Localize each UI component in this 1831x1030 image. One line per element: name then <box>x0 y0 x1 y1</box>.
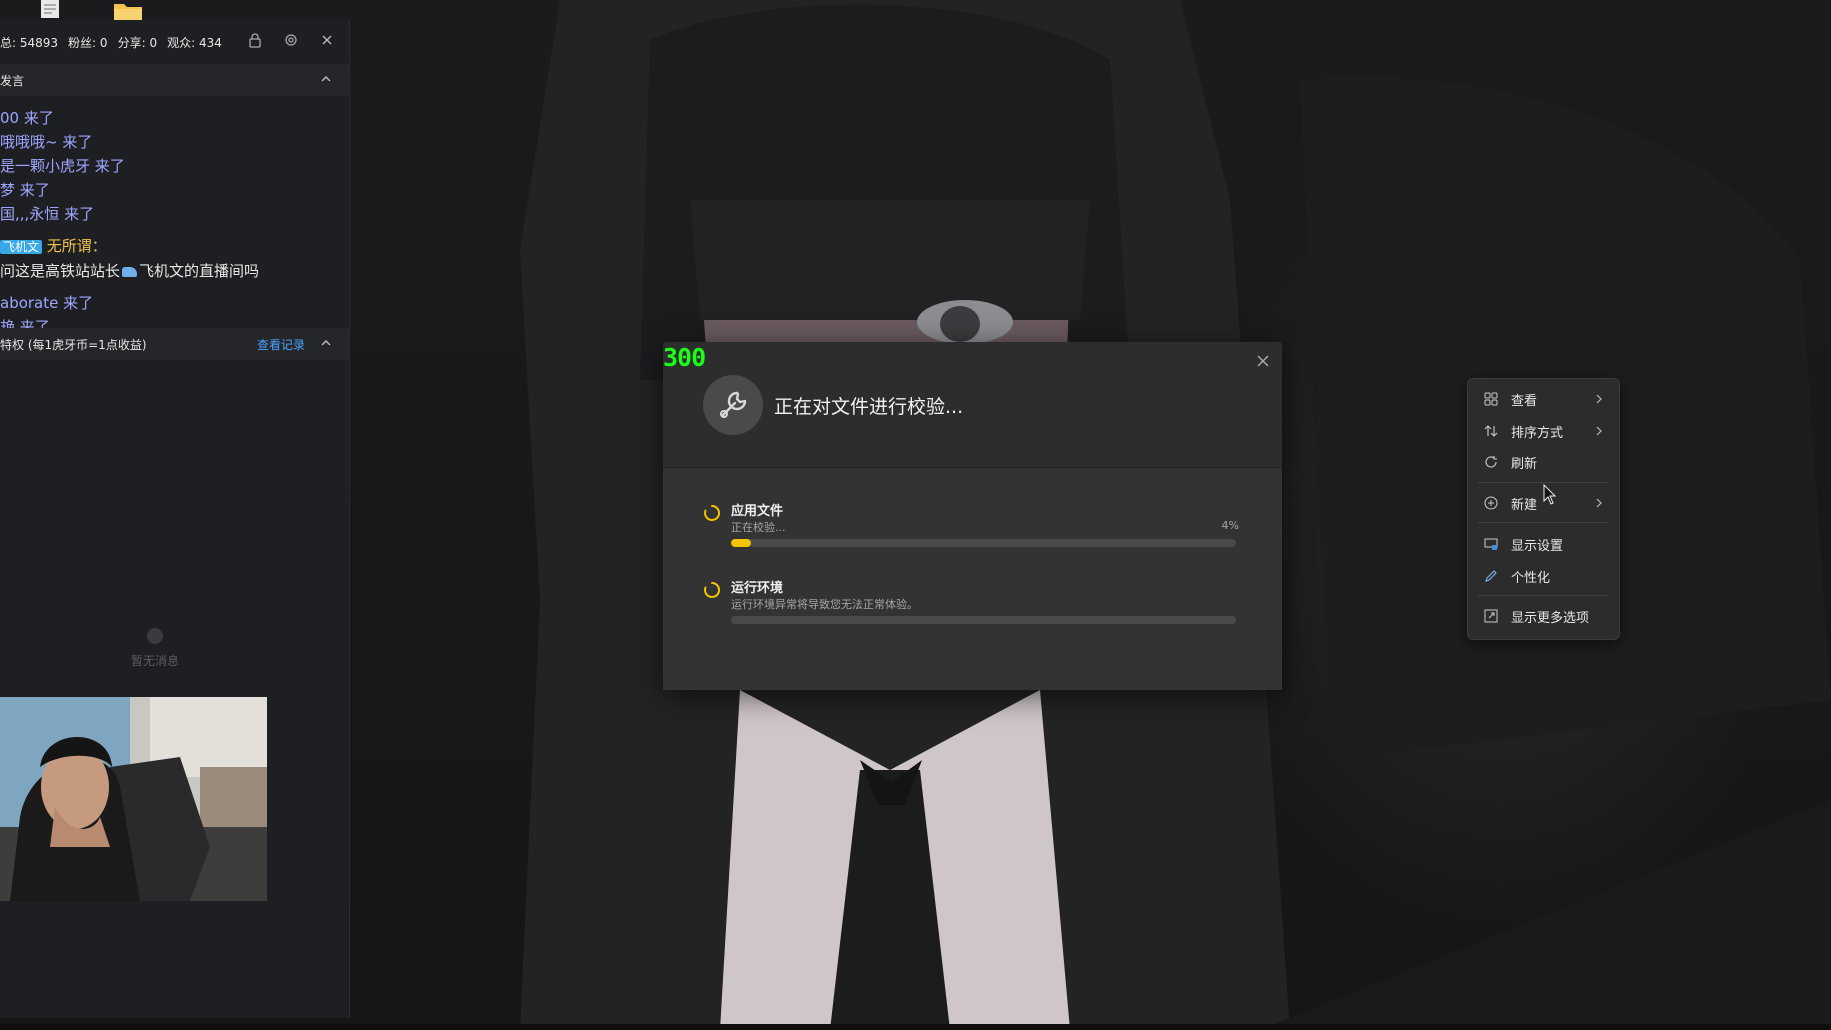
chat-section-header[interactable]: 发言 <box>0 64 349 96</box>
menu-separator <box>1478 482 1609 483</box>
chat-message: 是一颗小虎牙 来了 <box>0 157 125 175</box>
dialog-body: 应用文件 正在校验... 4% 运行环境 运行环境异常将导致您无法正常体验。 <box>663 468 1282 690</box>
privilege-section-title: 特权 (每1虎牙币=1点收益) <box>0 337 147 352</box>
file-verification-dialog: 正在对文件进行校验... 应用文件 正在校验... 4% 运行环境 运行环境异常… <box>663 342 1282 690</box>
progress-bar <box>731 616 1236 624</box>
task-app-files: 应用文件 正在校验... 4% <box>703 500 1239 560</box>
loading-spinner-icon <box>704 581 721 598</box>
folder-icon[interactable] <box>114 0 142 22</box>
featured-chat-message: 飞机文 无所谓： <box>0 234 349 259</box>
menu-item-display-settings[interactable]: 显示设置 <box>1468 529 1619 559</box>
desktop-context-menu: 查看 排序方式 刷新 新建 显示设置 个性化 显示更多选项 <box>1467 378 1620 640</box>
chat-section-title: 发言 <box>0 73 25 88</box>
progress-fill <box>731 539 752 547</box>
shares-stat: 分享: 0 <box>117 35 158 50</box>
dialog-title: 正在对文件进行校验... <box>774 396 964 418</box>
chevron-right-icon <box>1596 426 1602 436</box>
menu-separator <box>1478 522 1609 523</box>
view-records-link[interactable]: 查看记录 <box>257 336 305 353</box>
refresh-icon <box>1483 454 1499 470</box>
featured-chat-text: 问这是高铁站站长 飞机文的直播间吗 <box>0 262 260 280</box>
fps-counter-overlay: 300 <box>663 343 706 372</box>
pen-icon <box>1483 568 1499 584</box>
fan-badge: 飞机文 <box>0 240 43 254</box>
chat-message: aborate 来了 <box>0 294 94 312</box>
close-icon[interactable] <box>1254 352 1272 370</box>
train-emoji-icon <box>122 266 138 277</box>
menu-item-refresh[interactable]: 刷新 <box>1468 447 1619 477</box>
lock-icon[interactable] <box>247 32 263 51</box>
menu-separator <box>1478 595 1609 596</box>
chevron-right-icon <box>1596 394 1602 404</box>
task-name: 运行环境 <box>731 581 784 596</box>
menu-item-view[interactable]: 查看 <box>1468 384 1619 414</box>
views-stat: 总: 54893 <box>0 35 59 50</box>
settings-gear-icon[interactable] <box>283 32 299 51</box>
stream-stats-bar: 总: 54893 粉丝: 0 分享: 0 观众: 434 <box>0 20 349 64</box>
chat-message: 00 来了 <box>0 109 54 127</box>
fans-stat: 粉丝: 0 <box>68 35 108 50</box>
wrench-icon <box>703 375 763 435</box>
chevron-up-icon[interactable] <box>319 336 333 353</box>
task-status: 正在校验... <box>731 521 786 534</box>
chat-message: 国,,,永恒 来了 <box>0 205 95 223</box>
task-name: 应用文件 <box>731 504 784 519</box>
webcam-feed <box>0 697 267 901</box>
more-options-icon <box>1483 608 1499 624</box>
empty-state-text: 暂无消息 <box>130 654 179 668</box>
privilege-section-header[interactable]: 特权 (每1虎牙币=1点收益) 查看记录 <box>0 328 349 360</box>
task-runtime-env: 运行环境 运行环境异常将导致您无法正常体验。 <box>703 577 1239 637</box>
sort-icon <box>1483 423 1499 439</box>
empty-box-icon <box>147 628 163 644</box>
grid-view-icon <box>1483 391 1499 407</box>
menu-item-personalize[interactable]: 个性化 <box>1468 561 1619 591</box>
chevron-up-icon[interactable] <box>319 72 333 89</box>
chat-message: 梦 来了 <box>0 181 50 199</box>
task-status: 运行环境异常将导致您无法正常体验。 <box>731 598 918 611</box>
menu-item-more-options[interactable]: 显示更多选项 <box>1468 601 1619 631</box>
new-plus-icon <box>1483 495 1499 511</box>
progress-bar <box>731 539 1236 547</box>
document-icon[interactable] <box>40 0 66 22</box>
chat-username[interactable]: 无所谓： <box>47 237 107 255</box>
audience-stat: 观众: 434 <box>167 35 222 50</box>
chevron-right-icon <box>1596 498 1602 508</box>
taskbar-edge <box>0 1024 1831 1030</box>
chat-message: 哦哦哦~ 来了 <box>0 133 93 151</box>
close-icon[interactable] <box>319 32 335 51</box>
display-settings-icon <box>1483 536 1499 552</box>
loading-spinner-icon <box>704 504 721 521</box>
task-percent: 4% <box>1221 519 1239 532</box>
dialog-header: 正在对文件进行校验... <box>663 342 1282 468</box>
mouse-cursor-icon <box>1543 484 1557 505</box>
menu-item-sort[interactable]: 排序方式 <box>1468 416 1619 446</box>
chat-message: 艳 来了 <box>0 318 50 328</box>
empty-state: 暂无消息 <box>0 628 310 669</box>
chat-message-list: 00 来了 哦哦哦~ 来了 是一颗小虎牙 来了 梦 来了 国,,,永恒 来了 飞… <box>0 96 349 328</box>
